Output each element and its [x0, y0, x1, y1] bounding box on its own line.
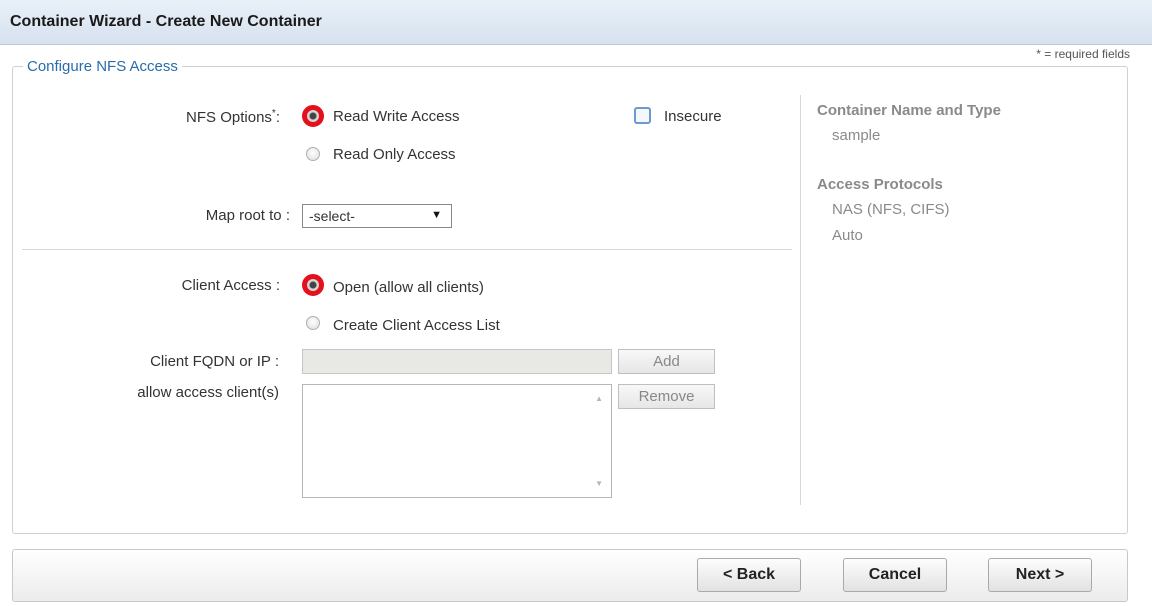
- insecure-checkbox[interactable]: [634, 107, 651, 124]
- section-divider: [22, 249, 792, 250]
- container-name-type-heading: Container Name and Type: [817, 102, 1001, 119]
- nfs-options-label: NFS Options*:: [60, 108, 280, 126]
- client-access-label: Client Access :: [181, 277, 280, 294]
- client-fqdn-input[interactable]: [302, 349, 612, 374]
- allowed-clients-list[interactable]: ▲ ▼: [302, 384, 612, 498]
- allow-access-clients-label: allow access client(s): [137, 384, 279, 401]
- section-title: Configure NFS Access: [27, 58, 178, 75]
- read-write-access-radio[interactable]: [302, 105, 324, 127]
- map-root-selected-value: -select-: [309, 208, 355, 224]
- scroll-down-icon[interactable]: ▼: [595, 479, 603, 488]
- summary-divider: [800, 95, 801, 505]
- create-client-access-list-label[interactable]: Create Client Access List: [333, 317, 500, 334]
- insecure-label[interactable]: Insecure: [664, 108, 722, 125]
- nfs-options-label-colon: :: [275, 109, 280, 126]
- dropdown-arrow-icon: ▼: [431, 209, 442, 221]
- read-only-access-radio[interactable]: [306, 147, 320, 161]
- nfs-options-label-text: NFS Options: [186, 109, 272, 126]
- wizard-footer: < Back Cancel Next >: [12, 549, 1128, 602]
- access-protocol-item: NAS (NFS, CIFS): [832, 201, 950, 218]
- access-protocols-heading: Access Protocols: [817, 176, 943, 193]
- client-fqdn-label: Client FQDN or IP :: [150, 353, 279, 370]
- map-root-select[interactable]: -select- ▼: [302, 204, 452, 228]
- map-root-label: Map root to :: [205, 207, 290, 224]
- access-protocol-item: Auto: [832, 227, 863, 244]
- open-all-clients-radio[interactable]: [302, 274, 324, 296]
- remove-client-button[interactable]: Remove: [618, 384, 715, 409]
- window-title: Container Wizard - Create New Container: [10, 13, 322, 30]
- scroll-up-icon[interactable]: ▲: [595, 394, 603, 403]
- read-write-access-label[interactable]: Read Write Access: [333, 108, 459, 125]
- container-name-value: sample: [832, 127, 881, 144]
- cancel-button[interactable]: Cancel: [843, 558, 947, 592]
- add-client-button[interactable]: Add: [618, 349, 715, 374]
- read-only-access-label[interactable]: Read Only Access: [333, 146, 456, 163]
- open-all-clients-label[interactable]: Open (allow all clients): [333, 279, 484, 296]
- next-button[interactable]: Next >: [988, 558, 1092, 592]
- create-client-access-list-radio[interactable]: [306, 316, 320, 330]
- back-button[interactable]: < Back: [697, 558, 801, 592]
- wizard-titlebar: Container Wizard - Create New Container: [0, 0, 1152, 45]
